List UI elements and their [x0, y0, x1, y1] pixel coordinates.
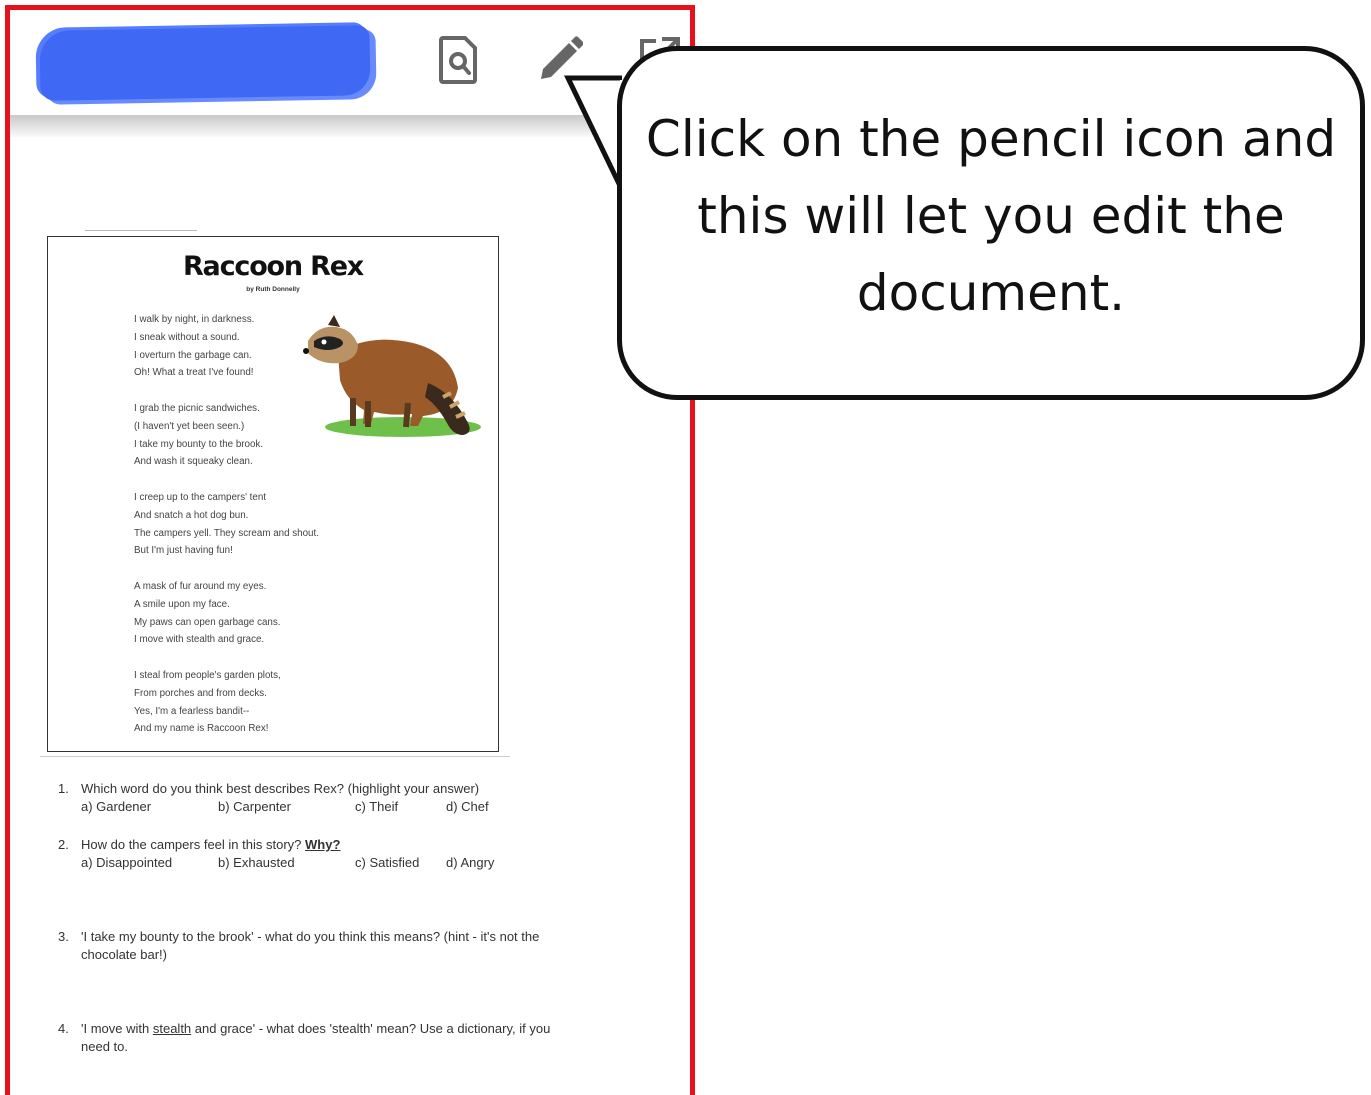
poem-line: And wash it squeaky clean.	[134, 456, 253, 468]
section-divider	[40, 756, 510, 757]
answer-option[interactable]: d) Chef	[446, 798, 489, 816]
question-3: 3. 'I take my bounty to the brook' - wha…	[58, 928, 539, 964]
question-number: 4.	[58, 1021, 69, 1036]
poem-line: A smile upon my face.	[134, 598, 230, 610]
document-search-icon[interactable]	[437, 35, 481, 85]
poem-line: And my name is Raccoon Rex!	[134, 723, 269, 735]
callout-bubble: Click on the pencil icon and this will l…	[617, 46, 1365, 400]
question-text-post: and grace' - what does 'stealth' mean? U…	[194, 1021, 551, 1036]
poem-line: I creep up to the campers' tent	[134, 492, 267, 503]
poem-line: I grab the picnic sandwiches.	[134, 403, 260, 414]
stanza-2: I grab the picnic sandwiches. (I haven't…	[134, 400, 263, 471]
poem-line: And snatch a hot dog bun.	[134, 509, 249, 521]
header-rule	[85, 230, 197, 231]
question-2: 2. How do the campers feel in this story…	[58, 836, 494, 872]
question-why: Why?	[305, 837, 341, 852]
poem-line: Oh! What a treat I've found!	[134, 367, 254, 379]
question-text: 'I take my bounty to the brook' - what d…	[81, 929, 540, 944]
poem-line: A mask of fur around my eyes.	[134, 581, 267, 592]
stanza-3: I creep up to the campers' tent And snat…	[134, 489, 319, 560]
poem-title: Raccoon Rex	[182, 251, 364, 282]
question-keyword: stealth	[152, 1021, 192, 1036]
poem-line: I overturn the garbage can.	[134, 349, 252, 361]
question-number: 3.	[58, 929, 69, 944]
answer-option[interactable]: d) Angry	[446, 854, 494, 872]
poem-line: I take my bounty to the brook.	[134, 438, 264, 450]
stanza-4: A mask of fur around my eyes. A smile up…	[134, 578, 281, 649]
question-text-main: How do the campers feel in this story?	[81, 837, 302, 852]
answer-option[interactable]: c) Satisfied	[355, 854, 419, 872]
question-text: How do the campers feel in this story? W…	[81, 836, 340, 854]
poem-line: (I haven't yet been seen.)	[134, 420, 245, 432]
answer-options: a) Gardener b) Carpenter c) Theif d) Che…	[81, 798, 489, 816]
poem-line: The campers yell. They scream and shout.	[134, 527, 319, 539]
poem-line: From porches and from decks.	[134, 687, 267, 699]
callout-line: document.	[856, 264, 1126, 322]
question-text-cont: chocolate bar!)	[81, 947, 167, 962]
poem-box: Raccoon Rex by Ruth Donnelly I walk by n…	[47, 236, 499, 752]
question-1: 1. Which word do you think best describe…	[58, 780, 489, 816]
question-text-pre: 'I move with	[81, 1021, 150, 1036]
answer-option[interactable]: b) Carpenter	[218, 798, 291, 816]
raccoon-illustration	[303, 315, 481, 437]
question-4: 4. 'I move with stealth and grace' - wha…	[58, 1020, 550, 1056]
answer-options: a) Disappointed b) Exhausted c) Satisfie…	[81, 854, 494, 872]
question-text-cont: need to.	[81, 1039, 128, 1054]
answer-option[interactable]: c) Theif	[355, 798, 398, 816]
answer-option[interactable]: a) Gardener	[81, 798, 151, 816]
question-text: 'I move with stealth and grace' - what d…	[81, 1020, 550, 1038]
question-number: 2.	[58, 837, 69, 852]
poem-line: I walk by night, in darkness.	[134, 314, 255, 325]
poem-line: Yes, I'm a fearless bandit--	[134, 705, 250, 717]
poem-line: But I'm just having fun!	[134, 545, 233, 557]
question-number: 1.	[58, 781, 69, 796]
poem-line: My paws can open garbage cans.	[134, 616, 281, 628]
poem-author: by Ruth Donnelly	[246, 286, 300, 293]
stanza-1: I walk by night, in darkness. I sneak wi…	[134, 311, 254, 382]
answer-option[interactable]: a) Disappointed	[81, 854, 172, 872]
redacted-filename	[39, 25, 371, 101]
question-text: Which word do you think best describes R…	[81, 781, 480, 796]
poem-line: I sneak without a sound.	[134, 331, 240, 343]
stanza-5: I steal from people's garden plots, From…	[134, 667, 281, 738]
poem-line: I move with stealth and grace.	[134, 634, 265, 646]
poem-line: I steal from people's garden plots,	[134, 670, 281, 681]
answer-option[interactable]: b) Exhausted	[218, 854, 295, 872]
callout-text: Click on the pencil icon and this will l…	[622, 101, 1360, 332]
callout-line: this will let you edit the	[697, 187, 1285, 245]
callout-line: Click on the pencil icon and	[645, 110, 1337, 168]
